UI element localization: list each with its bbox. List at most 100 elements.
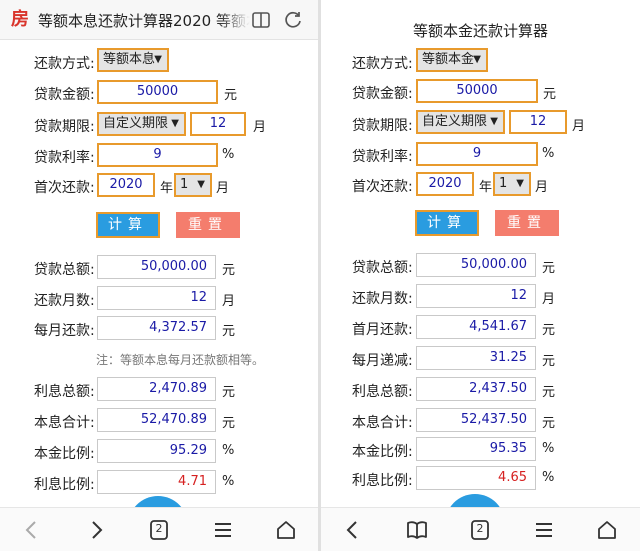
equal-payment-note: 注：等额本息每月还款额相等。 [96, 353, 265, 367]
tabs-icon[interactable]: 2 [468, 518, 492, 542]
first-repayment-label: 首次还款: [34, 180, 95, 196]
first-month-select[interactable]: 1 ▼ [493, 172, 531, 196]
loan-rate-input[interactable]: 9 [97, 143, 218, 167]
page-title: 等额本金还款计算器 [412, 22, 548, 40]
refresh-icon[interactable] [282, 9, 304, 31]
reader-mode-icon[interactable] [250, 9, 272, 31]
tabs-icon[interactable]: 2 [147, 518, 171, 542]
browser-bottom-bar: 2 [321, 507, 640, 551]
total-loan-unit: 元 [222, 263, 236, 278]
site-logo-icon: 房 [11, 9, 29, 30]
total-interest-label: 利息总额: [34, 384, 95, 400]
loan-term-select-value: 自定义期限 [103, 116, 169, 131]
loan-rate-unit: % [542, 146, 555, 161]
first-year-input[interactable]: 2020 [416, 172, 474, 196]
repayment-method-select[interactable]: 等额本息 ▼ [97, 48, 169, 72]
loan-rate-label: 贷款利率: [352, 149, 413, 165]
calculate-button[interactable]: 计算 [415, 210, 479, 236]
total-loan-value: 50,000.00 [416, 253, 536, 277]
loan-term-input[interactable]: 12 [509, 110, 567, 134]
first-month-value: 1 [180, 177, 189, 192]
loan-term-select[interactable]: 自定义期限 ▼ [97, 112, 186, 136]
forward-arrow-icon[interactable] [84, 518, 108, 542]
principal-interest-sum-label: 本息合计: [352, 415, 413, 431]
principal-ratio-label: 本金比例: [34, 446, 95, 462]
loan-term-select[interactable]: 自定义期限 ▼ [416, 110, 505, 134]
principal-interest-sum-unit: 元 [542, 416, 556, 431]
reset-button[interactable]: 重置 [495, 210, 559, 236]
principal-ratio-label: 本金比例: [352, 444, 413, 460]
interest-ratio-value: 4.71 [97, 470, 216, 494]
loan-rate-input[interactable]: 9 [416, 142, 538, 166]
month-unit: 月 [535, 180, 549, 195]
interest-ratio-unit: % [542, 470, 555, 485]
loan-term-label: 贷款期限: [352, 118, 413, 134]
first-month-payment-value: 4,541.67 [416, 315, 536, 339]
loan-amount-input[interactable]: 50000 [416, 79, 538, 103]
year-unit: 年 [160, 181, 174, 196]
first-year-input[interactable]: 2020 [97, 173, 155, 197]
repayment-months-value: 12 [416, 284, 536, 308]
first-month-select[interactable]: 1 ▼ [174, 173, 212, 197]
repayment-method-label: 还款方式: [352, 56, 413, 72]
principal-interest-sum-unit: 元 [222, 416, 236, 431]
principal-ratio-value: 95.35 [416, 437, 536, 461]
principal-interest-sum-label: 本息合计: [34, 415, 95, 431]
principal-ratio-unit: % [222, 443, 235, 458]
loan-amount-label: 贷款金额: [352, 86, 413, 102]
loan-term-input[interactable]: 12 [190, 112, 246, 136]
repayment-method-select[interactable]: 等额本金 ▼ [416, 48, 488, 72]
back-arrow-icon[interactable] [341, 518, 365, 542]
loan-amount-input[interactable]: 50000 [97, 80, 218, 104]
monthly-payment-value: 4,372.57 [97, 316, 216, 340]
total-loan-unit: 元 [542, 261, 556, 276]
dropdown-arrow-icon: ▼ [516, 178, 524, 189]
total-loan-label: 贷款总额: [34, 262, 95, 278]
principal-interest-sum-value: 52,470.89 [97, 408, 216, 432]
repayment-months-label: 还款月数: [34, 293, 95, 309]
loan-term-select-value: 自定义期限 [422, 114, 488, 129]
total-interest-value: 2,437.50 [416, 377, 536, 401]
repayment-months-value: 12 [97, 286, 216, 310]
dropdown-arrow-icon: ▼ [154, 54, 162, 65]
loan-term-label: 贷款期限: [34, 119, 95, 135]
first-month-value: 1 [499, 176, 508, 191]
back-arrow-icon[interactable] [20, 518, 44, 542]
monthly-decrease-unit: 元 [542, 354, 556, 369]
dropdown-arrow-icon: ▼ [473, 54, 481, 65]
left-screenshot: 房 等额本息还款计算器2020 等额本息还款计算器 还款方式: 等额本息 ▼ 贷… [0, 0, 318, 551]
principal-ratio-unit: % [542, 441, 555, 456]
tab-count: 2 [476, 522, 484, 535]
first-repayment-label: 首次还款: [352, 179, 413, 195]
dropdown-arrow-icon: ▼ [490, 116, 498, 127]
loan-term-unit: 月 [253, 120, 267, 135]
year-unit: 年 [479, 180, 493, 195]
loan-amount-unit: 元 [543, 87, 557, 102]
monthly-decrease-label: 每月递减: [352, 353, 413, 369]
repayment-method-value: 等额本金 [422, 52, 475, 67]
interest-ratio-unit: % [222, 474, 235, 489]
first-month-payment-label: 首月还款: [352, 322, 413, 338]
reset-button[interactable]: 重置 [176, 212, 240, 238]
loan-term-unit: 月 [572, 119, 586, 134]
menu-icon[interactable] [211, 518, 235, 542]
home-icon[interactable] [274, 518, 298, 542]
monthly-payment-unit: 元 [222, 324, 236, 339]
interest-ratio-value: 4.65 [416, 466, 536, 490]
total-interest-value: 2,470.89 [97, 377, 216, 401]
book-icon[interactable] [405, 518, 429, 542]
total-interest-unit: 元 [222, 385, 236, 400]
principal-ratio-value: 95.29 [97, 439, 216, 463]
repayment-months-label: 还款月数: [352, 291, 413, 307]
home-icon[interactable] [595, 518, 619, 542]
total-interest-label: 利息总额: [352, 384, 413, 400]
page-tab-title: 等额本息还款计算器2020 等额本息还款计算器 [38, 12, 250, 30]
monthly-payment-label: 每月还款: [34, 323, 95, 339]
loan-amount-unit: 元 [224, 88, 238, 103]
repayment-months-unit: 月 [222, 294, 236, 309]
dropdown-arrow-icon: ▼ [197, 179, 205, 190]
calculate-button[interactable]: 计算 [96, 212, 160, 238]
loan-amount-label: 贷款金额: [34, 87, 95, 103]
menu-icon[interactable] [532, 518, 556, 542]
interest-ratio-label: 利息比例: [34, 477, 95, 493]
